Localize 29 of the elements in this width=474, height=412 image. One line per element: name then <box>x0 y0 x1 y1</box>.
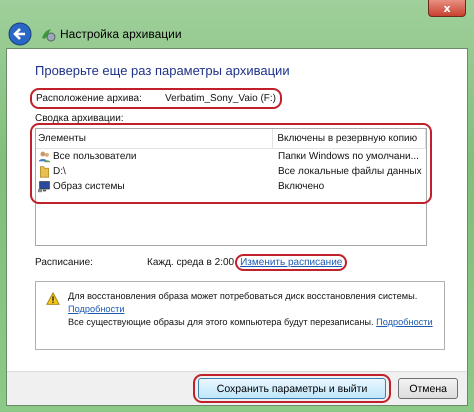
column-header[interactable]: Включены в резервную копию <box>273 129 426 148</box>
item-name: Все пользователи <box>53 151 137 162</box>
users-icon <box>38 150 51 163</box>
warning-icon <box>46 292 60 306</box>
details-link[interactable]: Подробности <box>68 303 124 316</box>
included-value: Включено <box>277 181 326 192</box>
dialog-button[interactable]: Сохранить параметры и выйти <box>198 378 386 399</box>
warning-text: Все существующие образы для этого компьютера будут перезаписаны. <box>68 317 374 327</box>
backup-icon <box>40 26 56 42</box>
item-name: D:\ <box>53 166 66 177</box>
summary-label: Сводка архивации: <box>35 113 125 124</box>
included-value: Папки Windows по умолчани... <box>277 151 420 162</box>
close-button[interactable]: x <box>428 0 466 17</box>
item-name: Образ системы <box>53 181 125 192</box>
schedule-value: Кажд. среда в 2:00 <box>147 257 234 268</box>
included-value: Все локальные файлы данных <box>277 166 423 177</box>
schedule-label: Расписание: <box>35 257 94 268</box>
computer-icon <box>38 180 51 193</box>
folder-icon <box>38 165 51 178</box>
details-link[interactable]: Подробности <box>376 317 433 327</box>
change-schedule-link[interactable]: Изменить расписание <box>240 257 342 268</box>
page-heading: Проверьте еще раз параметры архивации <box>35 63 291 78</box>
column-header[interactable]: Элементы <box>36 129 274 148</box>
back-icon[interactable] <box>8 22 32 46</box>
window-title: Настройка архивации <box>60 27 182 41</box>
location-label: Расположение архива: <box>36 93 143 104</box>
dialog-button[interactable]: Отмена <box>398 378 458 399</box>
location-value: Verbatim_Sony_Vaio (F:) <box>165 93 276 104</box>
warning-text: Для восстановления образа может потребоваться диск восстановления системы. <box>68 290 418 303</box>
